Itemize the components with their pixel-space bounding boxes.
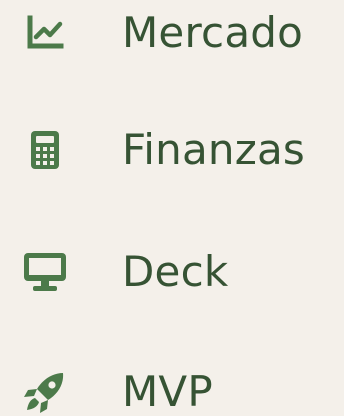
nav-item-label: Deck — [122, 247, 229, 296]
nav-item-deck[interactable]: Deck — [0, 242, 344, 302]
nav-item-mvp[interactable]: MVP — [0, 362, 344, 416]
nav-item-mercado[interactable]: Mercado — [0, 3, 344, 63]
sidebar-nav: Mercado Finanzas Deck MVP — [0, 0, 344, 416]
nav-item-label: Finanzas — [122, 125, 306, 174]
line-chart-icon — [21, 11, 69, 55]
monitor-icon — [21, 250, 69, 294]
nav-item-label: Mercado — [122, 8, 304, 57]
nav-item-finanzas[interactable]: Finanzas — [0, 120, 344, 180]
nav-item-label: MVP — [122, 367, 213, 416]
rocket-icon — [21, 370, 69, 414]
calculator-icon — [21, 128, 69, 172]
